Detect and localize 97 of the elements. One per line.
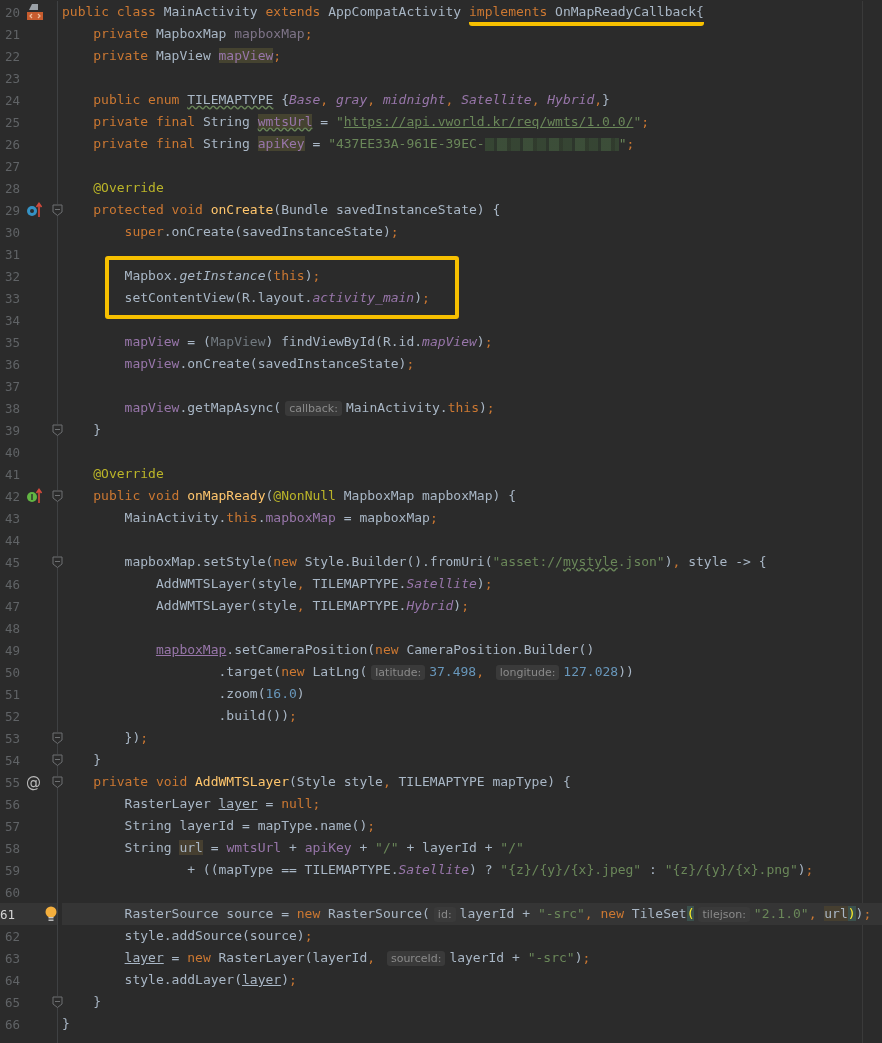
code-line: + ((mapType == TILEMAPTYPE.Satellite) ? "{z}/{y}/{x}.jpeg" : "{z}/{y}/{x}.png"); bbox=[187, 861, 815, 879]
code-line: private final String apiKey = "437EE33A-961E-39EC- "; bbox=[93, 135, 636, 153]
line-number: 51 bbox=[3, 686, 20, 702]
lightbulb-icon[interactable] bbox=[45, 906, 58, 922]
line-number: 39 bbox=[3, 422, 20, 438]
line-number: 56 bbox=[3, 796, 20, 812]
code-line: private MapView mapView; bbox=[93, 47, 283, 65]
line-number: 21 bbox=[3, 26, 20, 42]
code-line: setContentView(R.layout.activity_main); bbox=[124, 289, 431, 307]
line-number: 36 bbox=[3, 356, 20, 372]
code-line: AddWMTSLayer(style, TILEMAPTYPE.Satellite); bbox=[155, 575, 494, 593]
line-number: 29 bbox=[3, 202, 20, 218]
line-number: 52 bbox=[3, 708, 20, 724]
code-line: @Override bbox=[93, 179, 165, 197]
code-line: style.addLayer(layer); bbox=[124, 971, 298, 989]
code-line: String url = wmtsUrl + apiKey + "/" + layerId + "/" bbox=[124, 839, 525, 857]
line-number: 30 bbox=[3, 224, 20, 240]
code-line: AddWMTSLayer(style, TILEMAPTYPE.Hybrid); bbox=[155, 597, 470, 615]
fold-marker-icon[interactable] bbox=[52, 996, 63, 1008]
line-number: 38 bbox=[3, 400, 20, 416]
fold-marker-icon[interactable] bbox=[52, 776, 63, 788]
line-number: 23 bbox=[3, 70, 20, 86]
line-number: 63 bbox=[3, 950, 20, 966]
code-line: super.onCreate(savedInstanceState); bbox=[124, 223, 400, 241]
code-line: Mapbox.getInstance(this); bbox=[124, 267, 322, 285]
annotation-marker[interactable]: @ bbox=[26, 773, 41, 791]
fold-marker-icon[interactable] bbox=[52, 556, 63, 568]
implement-method-icon[interactable] bbox=[26, 488, 42, 504]
line-number: 66 bbox=[3, 1016, 20, 1032]
line-number: 57 bbox=[3, 818, 20, 834]
line-number: 53 bbox=[3, 730, 20, 746]
code-line: } bbox=[93, 751, 103, 769]
line-number: 54 bbox=[3, 752, 20, 768]
code-line: mapView = (MapView) findViewById(R.id.mapView); bbox=[124, 333, 494, 351]
line-number: 59 bbox=[3, 862, 20, 878]
code-line: mapboxMap.setCameraPosition(new CameraPosition.Builder() bbox=[155, 641, 596, 659]
code-line: .target(new LatLng( latitude: 37.498, longitude: 127.028)) bbox=[218, 663, 635, 682]
code-line: public class MainActivity extends AppCompatActivity implements OnMapReadyCallback{ bbox=[62, 1, 882, 23]
code-line: private void AddWMTSLayer(Style style, TILEMAPTYPE mapType) { bbox=[93, 773, 572, 791]
line-number: 46 bbox=[3, 576, 20, 592]
code-line: } bbox=[93, 421, 103, 439]
line-number: 45 bbox=[3, 554, 20, 570]
code-line: .zoom(16.0) bbox=[218, 685, 306, 703]
line-number: 40 bbox=[3, 444, 20, 460]
line-number: 25 bbox=[3, 114, 20, 130]
line-number: 26 bbox=[3, 136, 20, 152]
line-number: 55 bbox=[3, 774, 20, 790]
line-number: 27 bbox=[3, 158, 20, 174]
code-line: } bbox=[93, 993, 103, 1011]
line-number: 35 bbox=[3, 334, 20, 350]
code-line: private MapboxMap mapboxMap; bbox=[93, 25, 314, 43]
code-line: MainActivity.this.mapboxMap = mapboxMap; bbox=[124, 509, 439, 527]
java-file-icon bbox=[26, 2, 44, 22]
line-number: 32 bbox=[3, 268, 20, 284]
line-number: 61 bbox=[0, 906, 16, 922]
line-number: 62 bbox=[3, 928, 20, 944]
code-line: private final String wmtsUrl = "https://api.vworld.kr/req/wmts/1.0.0/"; bbox=[93, 113, 651, 131]
line-number: 44 bbox=[3, 532, 20, 548]
fold-marker-icon[interactable] bbox=[52, 754, 63, 766]
line-number: 50 bbox=[3, 664, 20, 680]
fold-marker-icon[interactable] bbox=[52, 424, 63, 436]
line-number: 41 bbox=[3, 466, 20, 482]
code-line: style.addSource(source); bbox=[124, 927, 314, 945]
line-number: 64 bbox=[3, 972, 20, 988]
code-line: mapView.onCreate(savedInstanceState); bbox=[124, 355, 416, 373]
line-number: 28 bbox=[3, 180, 20, 196]
fold-marker-icon[interactable] bbox=[52, 490, 63, 502]
line-number: 47 bbox=[3, 598, 20, 614]
override-method-icon[interactable] bbox=[26, 202, 42, 218]
code-line: .build()); bbox=[218, 707, 298, 725]
code-line: mapboxMap.setStyle(new Style.Builder().fromUri("asset://mystyle.json"), style -> { bbox=[124, 553, 768, 571]
code-line: @Override bbox=[93, 465, 165, 483]
line-number: 24 bbox=[3, 92, 20, 108]
line-number: 22 bbox=[3, 48, 20, 64]
code-line: public enum TILEMAPTYPE {Base, gray, midnight, Satellite, Hybrid,} bbox=[93, 91, 611, 109]
fold-marker-icon[interactable] bbox=[52, 732, 63, 744]
code-line: public void onMapReady(@NonNull MapboxMap mapboxMap) { bbox=[93, 487, 517, 505]
line-number: 33 bbox=[3, 290, 20, 306]
line-number: 20 bbox=[3, 4, 20, 20]
line-number: 43 bbox=[3, 510, 20, 526]
line-number: 60 bbox=[3, 884, 20, 900]
code-line: RasterLayer layer = null; bbox=[124, 795, 322, 813]
line-number: 48 bbox=[3, 620, 20, 636]
code-line: mapView.getMapAsync( callback: MainActivity.this); bbox=[124, 399, 496, 418]
line-number: 65 bbox=[3, 994, 20, 1010]
code-line: }); bbox=[124, 729, 150, 747]
line-number: 58 bbox=[3, 840, 20, 856]
line-number: 34 bbox=[3, 312, 20, 328]
code-line: String layerId = mapType.name(); bbox=[124, 817, 377, 835]
line-number: 49 bbox=[3, 642, 20, 658]
line-number: 37 bbox=[3, 378, 20, 394]
line-number: 42 bbox=[3, 488, 20, 504]
fold-marker-icon[interactable] bbox=[52, 204, 63, 216]
line-number: 31 bbox=[3, 246, 20, 262]
code-line: } bbox=[62, 1015, 71, 1033]
code-line: protected void onCreate(Bundle savedInstanceState) { bbox=[93, 201, 502, 219]
code-line: layer = new RasterLayer(layerId, sourceId: layerId + "-src"); bbox=[124, 949, 592, 968]
